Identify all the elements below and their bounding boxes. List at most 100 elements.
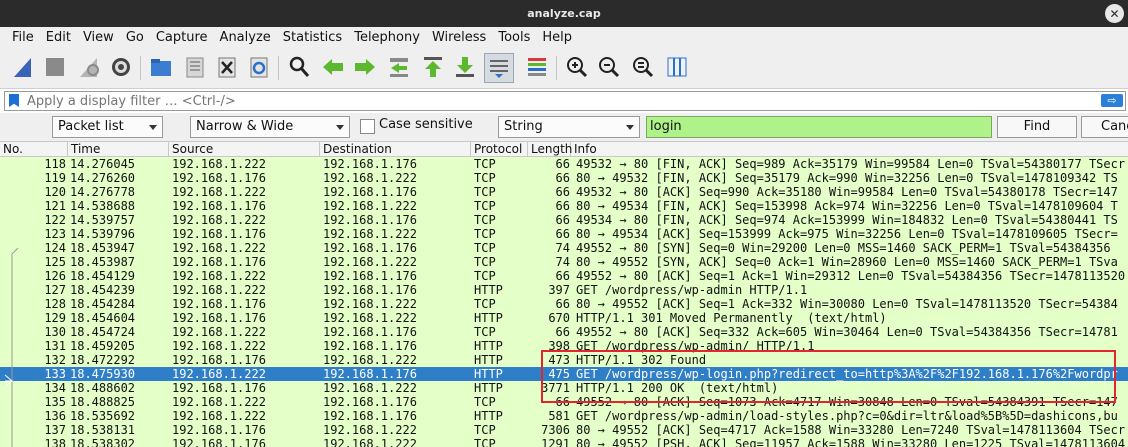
table-row[interactable]: 124 18.453947 192.168.1.222 192.168.1.176 TC…	[0, 241, 1128, 255]
table-row[interactable]: 138 18.538302 192.168.1.176 192.168.1.222 TC…	[0, 437, 1128, 447]
cell-len: 66	[555, 171, 570, 185]
find-button[interactable]: Find	[997, 116, 1077, 138]
cell-proto: TCP	[474, 213, 496, 227]
cell-time: 18.475930	[70, 367, 136, 381]
restart-capture-icon[interactable]	[76, 54, 102, 80]
table-row[interactable]: 130 18.454724 192.168.1.222 192.168.1.176 TC…	[0, 325, 1128, 339]
cell-len: 66	[555, 199, 570, 213]
character-width-value: Narrow & Wide	[196, 119, 294, 134]
zoom-out-icon[interactable]	[596, 54, 622, 80]
cell-time: 18.453947	[70, 241, 136, 255]
table-row[interactable]: 129 18.454604 192.168.1.176 192.168.1.222 HT…	[0, 311, 1128, 325]
close-file-icon[interactable]	[214, 54, 240, 80]
go-back-arrow-icon[interactable]	[320, 54, 346, 80]
cell-time: 18.538131	[70, 423, 136, 437]
cell-time: 14.276778	[70, 185, 136, 199]
filter-bookmark-icon[interactable]	[9, 94, 19, 107]
cell-src: 192.168.1.176	[172, 227, 266, 241]
capture-options-gear-icon[interactable]	[108, 54, 134, 80]
cell-proto: HTTP	[474, 311, 503, 325]
table-row[interactable]: 125 18.453987 192.168.1.176 192.168.1.222 TC…	[0, 255, 1128, 269]
close-window-icon[interactable]: ✕	[1105, 4, 1124, 23]
cell-time: 18.454129	[70, 269, 136, 283]
column-header-length[interactable]: Length	[528, 142, 572, 156]
search-scope-select[interactable]: Packet list	[52, 116, 163, 138]
cell-src: 192.168.1.222	[172, 283, 266, 297]
menu-statistics[interactable]: Statistics	[283, 30, 342, 45]
cell-time: 14.276260	[70, 171, 136, 185]
table-row[interactable]: 121 14.538688 192.168.1.176 192.168.1.222 TC…	[0, 199, 1128, 213]
menu-go[interactable]: Go	[126, 30, 144, 45]
cell-src: 192.168.1.222	[172, 157, 266, 171]
display-filter-input[interactable]	[27, 92, 1087, 110]
cell-time: 18.459205	[70, 339, 136, 353]
chevron-down-icon	[149, 125, 157, 130]
cell-info: 80 → 49534 [FIN, ACK] Seq=153998 Ack=974…	[576, 199, 1118, 213]
menu-help[interactable]: Help	[542, 30, 572, 45]
cell-src: 192.168.1.222	[172, 269, 266, 283]
find-packet-magnifier-icon[interactable]	[286, 54, 312, 80]
cell-dst: 192.168.1.222	[323, 171, 417, 185]
open-file-folder-icon[interactable]	[148, 54, 174, 80]
go-to-last-packet-icon[interactable]	[452, 54, 478, 80]
menu-analyze[interactable]: Analyze	[220, 30, 271, 45]
cell-len: 66	[555, 227, 570, 241]
cell-time: 18.454724	[70, 325, 136, 339]
menu-view[interactable]: View	[83, 30, 114, 45]
reload-file-icon[interactable]	[246, 54, 272, 80]
table-row[interactable]: 118 14.276045 192.168.1.222 192.168.1.176 TC…	[0, 157, 1128, 171]
cell-len: 7306	[541, 423, 570, 437]
cell-time: 18.454284	[70, 297, 136, 311]
cell-src: 192.168.1.176	[172, 353, 266, 367]
column-header-source[interactable]: Source	[169, 142, 320, 156]
column-header-destination[interactable]: Destination	[320, 142, 471, 156]
cell-len: 670	[548, 311, 570, 325]
column-header-no[interactable]: No.	[0, 142, 68, 156]
cell-dst: 192.168.1.176	[323, 269, 417, 283]
table-row[interactable]: 123 14.539796 192.168.1.176 192.168.1.222 TC…	[0, 227, 1128, 241]
normal-size-icon[interactable]	[630, 54, 656, 80]
search-type-select[interactable]: String	[498, 116, 640, 138]
table-row[interactable]: 126 18.454129 192.168.1.222 192.168.1.176 TC…	[0, 269, 1128, 283]
column-header-time[interactable]: Time	[68, 142, 169, 156]
stop-capture-icon[interactable]	[42, 54, 68, 80]
cell-proto: HTTP	[474, 283, 503, 297]
go-to-packet-icon[interactable]	[386, 54, 412, 80]
column-header-info[interactable]: Info	[571, 142, 1128, 156]
colorize-packet-list-icon[interactable]	[524, 54, 550, 80]
table-row[interactable]: 128 18.454284 192.168.1.176 192.168.1.222 TC…	[0, 297, 1128, 311]
search-type-value: String	[504, 119, 543, 134]
cell-dst: 192.168.1.176	[323, 213, 417, 227]
go-to-first-packet-icon[interactable]	[420, 54, 446, 80]
table-row[interactable]: 136 18.535692 192.168.1.222 192.168.1.176 HT…	[0, 409, 1128, 423]
table-row[interactable]: 122 14.539757 192.168.1.222 192.168.1.176 TC…	[0, 213, 1128, 227]
table-row[interactable]: 120 14.276778 192.168.1.222 192.168.1.176 TC…	[0, 185, 1128, 199]
table-row[interactable]: 137 18.538131 192.168.1.176 192.168.1.222 TC…	[0, 423, 1128, 437]
character-width-select[interactable]: Narrow & Wide	[190, 116, 350, 138]
menu-file[interactable]: File	[12, 30, 34, 45]
save-file-icon[interactable]	[182, 54, 208, 80]
main-toolbar	[0, 48, 1128, 89]
auto-scroll-icon[interactable]	[484, 53, 514, 83]
cell-proto: TCP	[474, 395, 496, 409]
menu-telephony[interactable]: Telephony	[354, 30, 420, 45]
menu-capture[interactable]: Capture	[156, 30, 208, 45]
menu-edit[interactable]: Edit	[46, 30, 71, 45]
cancel-button[interactable]: Canc	[1081, 116, 1128, 138]
column-header-protocol[interactable]: Protocol	[471, 142, 528, 156]
apply-filter-arrow-icon[interactable]: ⇨	[1101, 94, 1123, 107]
case-sensitive-checkbox[interactable]	[360, 119, 375, 134]
cell-proto: TCP	[474, 157, 496, 171]
menu-tools[interactable]: Tools	[498, 30, 530, 45]
menu-wireless[interactable]: Wireless	[432, 30, 486, 45]
start-capture-shark-fin-icon[interactable]	[10, 54, 36, 80]
resize-columns-icon[interactable]	[664, 54, 690, 80]
cell-dst: 192.168.1.176	[323, 395, 417, 409]
cell-dst: 192.168.1.222	[323, 353, 417, 367]
zoom-in-icon[interactable]	[564, 54, 590, 80]
search-string-input[interactable]: login	[646, 116, 992, 138]
table-row[interactable]: 127 18.454239 192.168.1.222 192.168.1.176 HT…	[0, 283, 1128, 297]
display-filter-bar: ⇨	[4, 91, 1126, 111]
go-forward-arrow-icon[interactable]	[352, 54, 378, 80]
table-row[interactable]: 119 14.276260 192.168.1.176 192.168.1.222 TC…	[0, 171, 1128, 185]
